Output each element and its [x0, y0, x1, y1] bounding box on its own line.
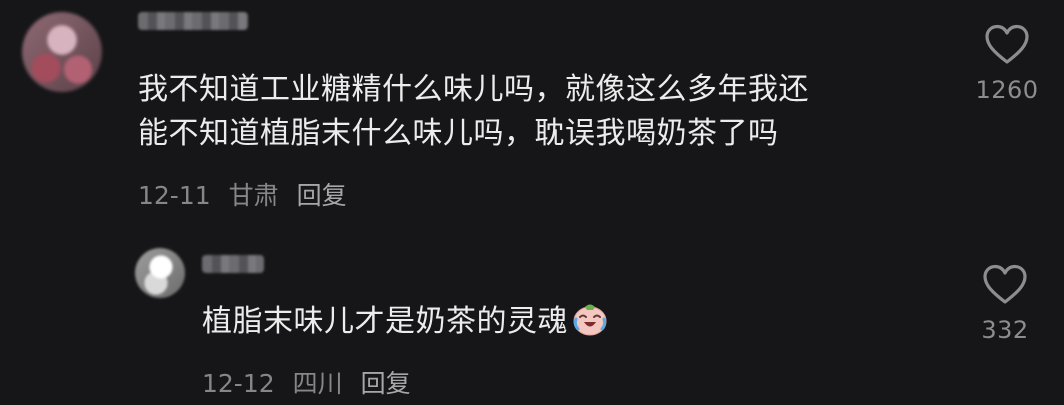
reply-date: 12-12: [202, 369, 275, 398]
comment-date: 12-11: [138, 181, 211, 210]
avatar[interactable]: [22, 12, 102, 92]
reply-text: 植脂末味儿才是奶茶的灵魂: [202, 300, 642, 350]
like-button[interactable]: 1260: [972, 24, 1042, 104]
username-redacted[interactable]: [202, 255, 264, 273]
reply-button[interactable]: 回复: [361, 369, 411, 398]
comment-text: 我不知道工业糖精什么味儿吗，就像这么多年我还 能不知道植脂末什么味儿吗，耽误我喝…: [138, 68, 938, 156]
like-count: 1260: [975, 76, 1039, 104]
heart-icon[interactable]: [984, 24, 1030, 66]
comment-location: 甘肃: [228, 181, 279, 210]
like-button[interactable]: 332: [960, 264, 1050, 344]
comment-meta: 12-11 甘肃 回复: [138, 176, 357, 212]
reply-meta: 12-12 四川 回复: [202, 364, 421, 400]
comment-text-line: 我不知道工业糖精什么味儿吗，就像这么多年我还: [138, 72, 809, 107]
heart-icon[interactable]: [982, 264, 1028, 306]
crying-laughing-face-icon: [572, 301, 608, 350]
like-count: 332: [981, 316, 1029, 344]
reply-button[interactable]: 回复: [297, 181, 347, 210]
avatar[interactable]: [135, 248, 185, 298]
comment-text-line: 能不知道植脂末什么味儿吗，耽误我喝奶茶了吗: [138, 116, 779, 151]
reply-location: 四川: [292, 369, 343, 398]
username-redacted[interactable]: [138, 12, 248, 30]
reply-text-content: 植脂末味儿才是奶茶的灵魂: [202, 304, 568, 339]
